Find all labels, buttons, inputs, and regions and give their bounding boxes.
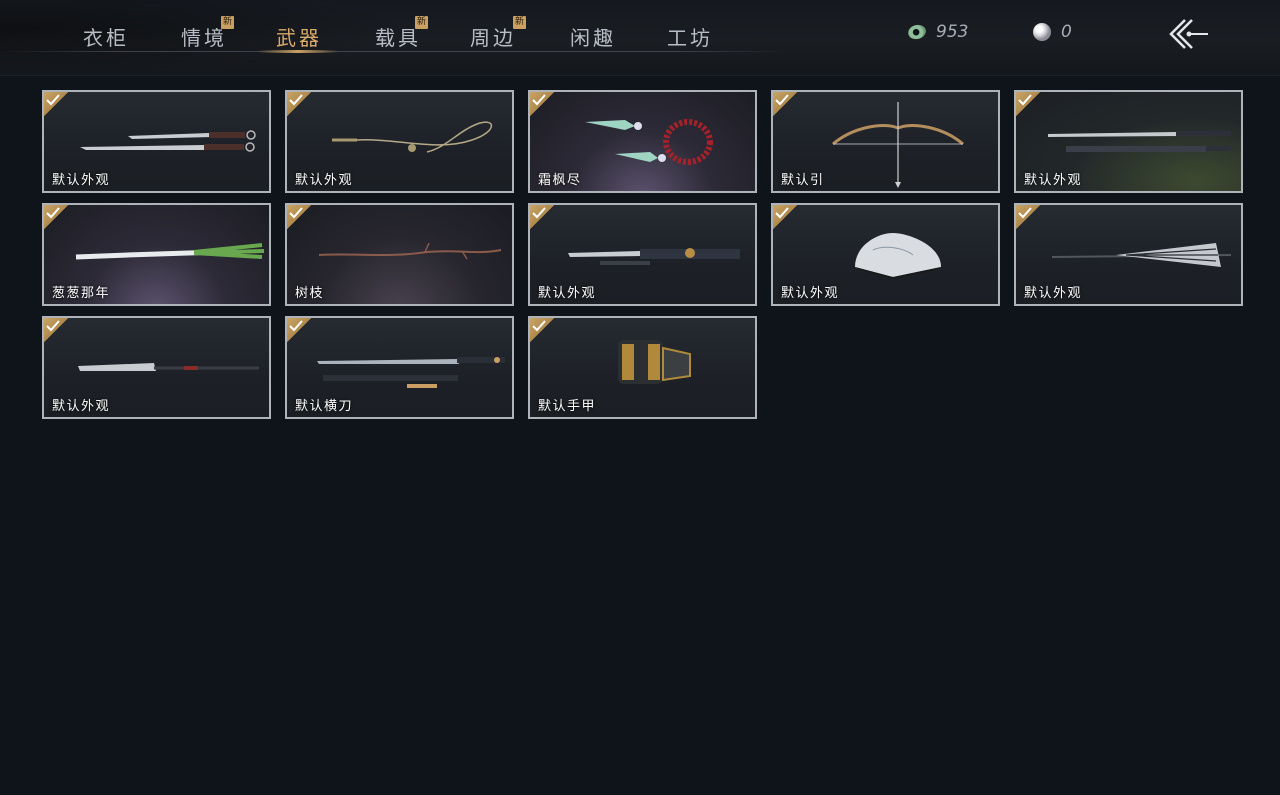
back-arrow-icon xyxy=(1169,19,1208,49)
weapon-card[interactable]: 默认外观 xyxy=(285,90,514,193)
card-label: 默认引 xyxy=(781,173,825,188)
weapon-card[interactable]: 默认引 xyxy=(771,90,1000,193)
card-label: 默认手甲 xyxy=(538,399,597,414)
pearl-currency: 0 xyxy=(1033,20,1072,44)
equipped-check-icon xyxy=(44,318,68,342)
new-badge: 新 xyxy=(513,16,526,29)
card-label: 树枝 xyxy=(295,286,325,301)
tab-divider xyxy=(0,51,790,52)
card-label: 默认外观 xyxy=(295,173,354,188)
card-label: 霜枫尽 xyxy=(538,173,582,188)
card-label: 默认外观 xyxy=(538,286,597,301)
equipped-check-icon xyxy=(44,205,68,229)
weapon-card[interactable]: 树枝 xyxy=(285,203,514,306)
weapon-card[interactable]: 默认外观 xyxy=(771,203,1000,306)
tab-vehicles[interactable]: 载具新 xyxy=(375,16,428,50)
weapon-card[interactable]: 默认外观 xyxy=(1014,203,1243,306)
tab-workshop[interactable]: 工坊 xyxy=(667,22,713,50)
top-navigation-bar: 衣柜 情境新 武器 载具新 周边新 闲趣 工坊 953 0 xyxy=(0,0,1280,76)
weapon-card[interactable]: 默认外观 xyxy=(528,203,757,306)
tab-wardrobe[interactable]: 衣柜 xyxy=(83,22,129,50)
tab-scenario[interactable]: 情境新 xyxy=(181,16,234,50)
equipped-check-icon xyxy=(287,92,311,116)
pearl-icon xyxy=(1033,23,1051,41)
new-badge: 新 xyxy=(221,16,234,29)
weapon-card[interactable]: 葱葱那年 xyxy=(42,203,271,306)
equipped-check-icon xyxy=(1016,205,1040,229)
equipped-check-icon xyxy=(773,205,797,229)
active-tab-underline xyxy=(258,50,338,53)
equipped-check-icon xyxy=(287,318,311,342)
weapon-card[interactable]: 默认外观 xyxy=(42,316,271,419)
tab-peripherals[interactable]: 周边新 xyxy=(470,16,526,50)
equipped-check-icon xyxy=(530,318,554,342)
equipped-check-icon xyxy=(530,92,554,116)
equipped-check-icon xyxy=(1016,92,1040,116)
card-label: 默认外观 xyxy=(781,286,840,301)
tab-weapons[interactable]: 武器 xyxy=(276,22,322,50)
weapon-card[interactable]: 默认手甲 xyxy=(528,316,757,419)
jade-currency: 953 xyxy=(906,20,969,44)
equipped-check-icon xyxy=(530,205,554,229)
card-label: 默认外观 xyxy=(1024,286,1083,301)
weapon-card[interactable]: 默认横刀 xyxy=(285,316,514,419)
weapon-card[interactable]: 霜枫尽 xyxy=(528,90,757,193)
back-button[interactable] xyxy=(1165,16,1211,52)
equipped-check-icon xyxy=(44,92,68,116)
card-label: 默认外观 xyxy=(52,399,111,414)
equipped-check-icon xyxy=(287,205,311,229)
pearl-amount: 0 xyxy=(1061,22,1072,42)
weapon-card[interactable]: 默认外观 xyxy=(1014,90,1243,193)
weapon-card[interactable]: 默认外观 xyxy=(42,90,271,193)
card-label: 默认横刀 xyxy=(295,399,354,414)
card-label: 默认外观 xyxy=(1024,173,1083,188)
equipped-check-icon xyxy=(773,92,797,116)
jade-amount: 953 xyxy=(936,22,969,42)
card-label: 葱葱那年 xyxy=(52,286,111,301)
card-label: 默认外观 xyxy=(52,173,111,188)
jade-coin-icon xyxy=(906,22,928,42)
new-badge: 新 xyxy=(415,16,428,29)
tab-leisure[interactable]: 闲趣 xyxy=(570,22,616,50)
